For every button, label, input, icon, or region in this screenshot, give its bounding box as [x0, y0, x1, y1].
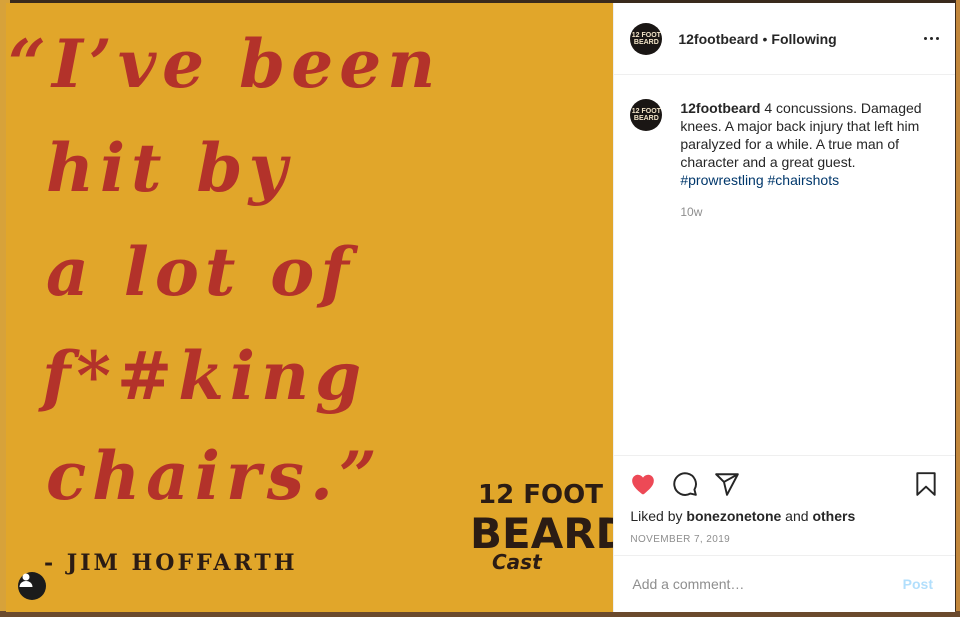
liked-user-link[interactable]: bonezonetone: [686, 508, 781, 524]
logo-line-3: Cast: [492, 550, 543, 574]
comment-icon[interactable]: [672, 471, 698, 497]
heart-icon[interactable]: [630, 471, 656, 497]
post-sidebar: 12 FOOT BEARD 12footbeard • Following 12…: [613, 3, 955, 612]
caption-username[interactable]: 12footbeard: [680, 100, 760, 116]
caption-avatar[interactable]: 12 FOOT BEARD: [630, 99, 663, 131]
logo-line-1: 12 FOOT: [478, 480, 603, 510]
likes-summary: Liked by bonezonetone and others: [630, 508, 939, 524]
avatar-text: 12 FOOT BEARD: [631, 108, 661, 122]
caption-body: 12footbeard 4 concussions. Damaged knees…: [680, 99, 939, 189]
quote-line-3: a lot of: [46, 233, 358, 311]
comment-form: Post: [614, 555, 955, 612]
liked-and: and: [781, 508, 813, 524]
quote-line-5: chairs.”: [46, 437, 383, 515]
user-icon: [19, 573, 33, 587]
post-date[interactable]: NOVEMBER 7, 2019: [630, 534, 939, 545]
header-separator: •: [762, 30, 768, 47]
action-bar: Liked by bonezonetone and others NOVEMBE…: [614, 455, 955, 555]
quote-line-4: f*#king: [38, 337, 367, 415]
hashtag-link[interactable]: #chairshots: [768, 172, 840, 188]
caption: 12 FOOT BEARD 12footbeard 4 concussions.…: [630, 99, 939, 189]
author-avatar[interactable]: 12 FOOT BEARD: [630, 22, 663, 55]
share-icon[interactable]: [714, 471, 740, 497]
poster-artwork: “I’ve been hit by a lot of f*#king chair…: [8, 25, 613, 576]
author-username[interactable]: 12footbeard: [678, 31, 758, 47]
more-options-icon[interactable]: [924, 37, 939, 40]
following-button[interactable]: Following: [771, 31, 836, 47]
quote-author: - JIM HOFFARTH: [44, 550, 298, 576]
action-icons: [630, 464, 939, 504]
caption-time[interactable]: 10w: [680, 205, 939, 219]
liked-others-link[interactable]: others: [812, 508, 855, 524]
post-header: 12 FOOT BEARD 12footbeard • Following: [614, 3, 955, 75]
liked-prefix: Liked by: [630, 508, 687, 524]
comments-area: 12 FOOT BEARD 12footbeard 4 concussions.…: [614, 75, 955, 455]
comment-input[interactable]: [630, 575, 897, 593]
background-right: [956, 0, 960, 617]
tagged-user-button[interactable]: [18, 572, 46, 600]
quote-line-2: hit by: [46, 129, 293, 207]
save-icon[interactable]: [913, 471, 939, 497]
post-image[interactable]: “I’ve been hit by a lot of f*#king chair…: [6, 3, 614, 612]
avatar-text: 12 FOOT BEARD: [631, 31, 661, 46]
hashtag-link[interactable]: #prowrestling: [680, 172, 763, 188]
quote-line-1: “I’ve been: [8, 25, 441, 103]
post-modal: “I’ve been hit by a lot of f*#king chair…: [6, 3, 955, 612]
post-comment-button[interactable]: Post: [897, 575, 939, 593]
